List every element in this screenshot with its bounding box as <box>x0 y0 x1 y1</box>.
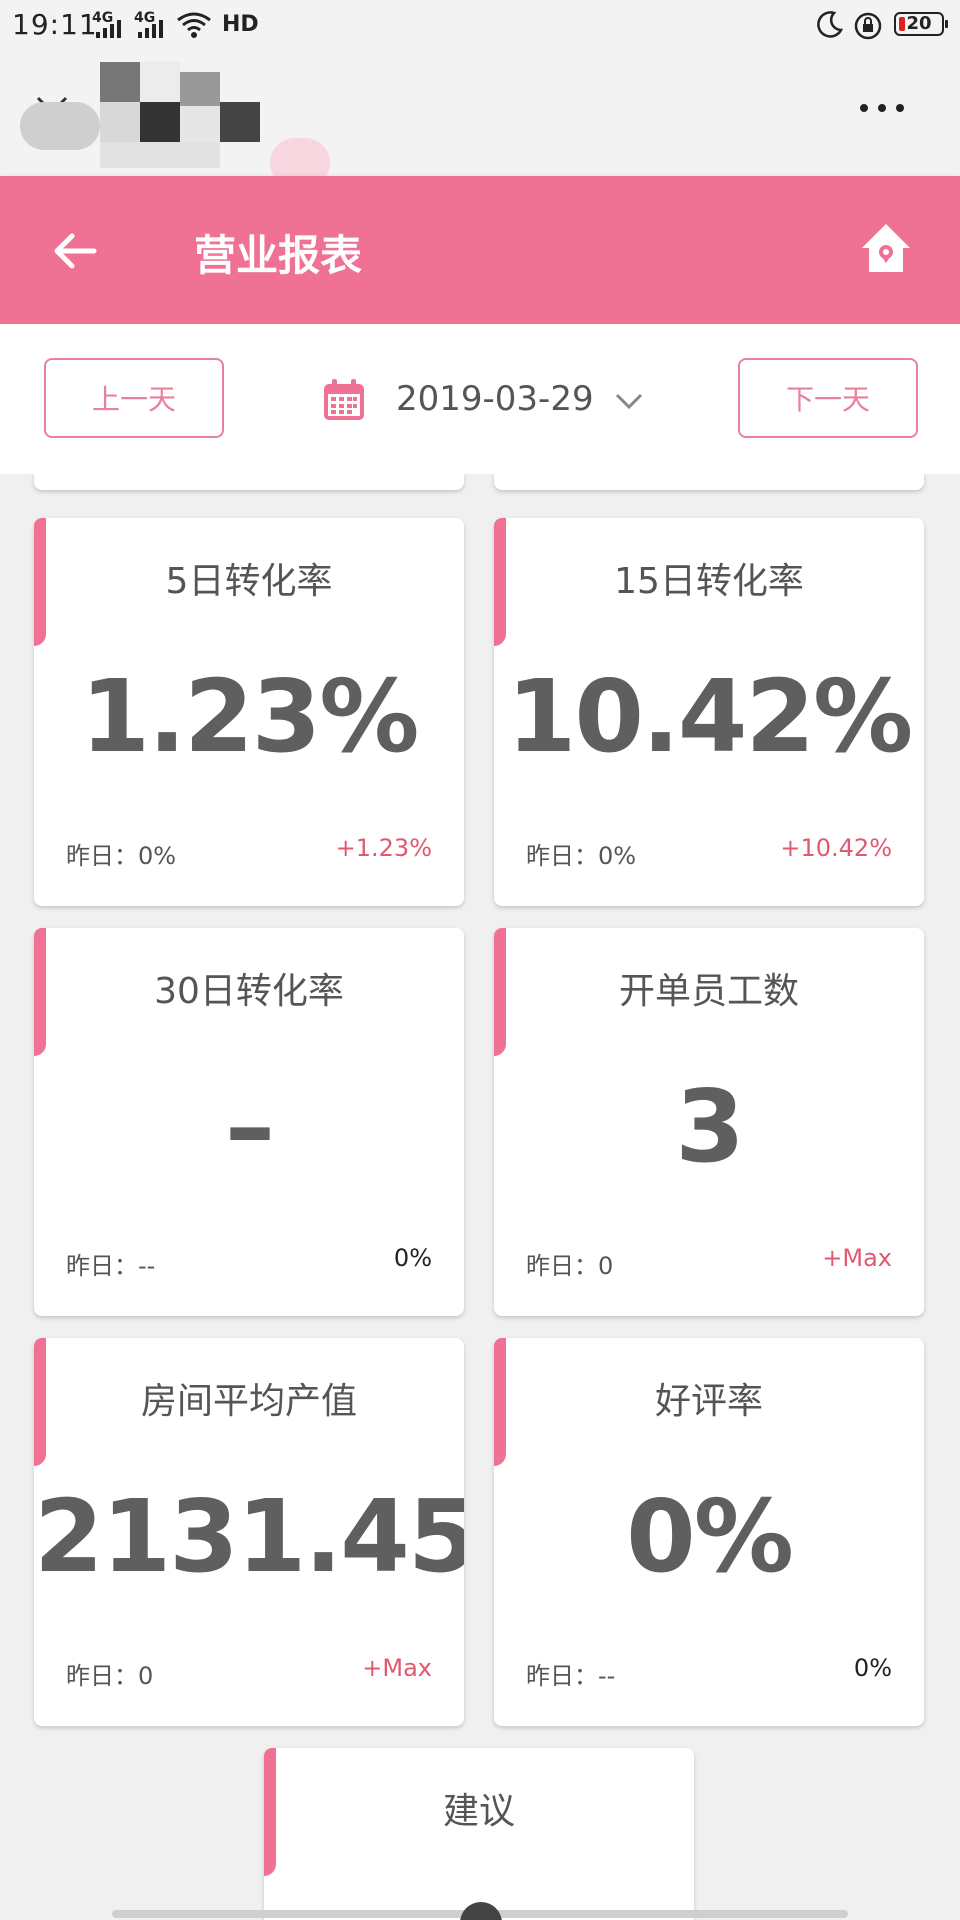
metric-card-30day-conversion[interactable]: 30日转化率 – 昨日：-- 0% <box>34 928 464 1316</box>
card-title: 15日转化率 <box>614 561 804 602</box>
card-title: 好评率 <box>654 1381 763 1422</box>
status-bar: 19:11 4G 4G HD 20 <box>0 0 960 52</box>
card-title: 开单员工数 <box>618 971 799 1012</box>
metric-card-room-avg-output[interactable]: 房间平均产值 2131.45 昨日：0 +Max <box>34 1338 464 1726</box>
wifi-icon <box>177 12 211 38</box>
status-time: 19:11 <box>12 8 98 41</box>
signal-icon-2 <box>138 18 163 38</box>
card-delta: +1.23% <box>335 834 432 862</box>
report-card-grid: 5日转化率 1.23% 昨日：0% +1.23% 15日转化率 10.42% 昨… <box>0 474 960 1920</box>
card-value: 0% <box>626 1478 794 1595</box>
card-delta: 0% <box>853 1654 892 1682</box>
metric-card-5day-conversion[interactable]: 5日转化率 1.23% 昨日：0% +1.23% <box>34 518 464 906</box>
calendar-icon[interactable] <box>322 378 366 422</box>
card-title: 建议 <box>442 1791 515 1832</box>
card-yesterday: 昨日：0 <box>526 1252 614 1280</box>
chevron-down-icon[interactable] <box>614 390 644 412</box>
card-yesterday: 昨日：0% <box>66 842 177 870</box>
card-value: 1.23% <box>80 658 420 775</box>
partial-card <box>494 474 924 490</box>
card-delta: 0% <box>393 1244 432 1272</box>
next-day-button[interactable]: 下一天 <box>738 358 918 438</box>
rotation-lock-icon <box>854 12 882 40</box>
selected-date[interactable]: 2019-03-29 <box>396 379 594 419</box>
metric-card-staff-count[interactable]: 开单员工数 3 昨日：0 +Max <box>494 928 924 1316</box>
card-yesterday: 昨日：0% <box>526 842 637 870</box>
battery-level: 20 <box>906 13 932 34</box>
date-selector-bar: 上一天 2019-03-29 下一天 <box>0 324 960 474</box>
metric-card-15day-conversion[interactable]: 15日转化率 10.42% 昨日：0% +10.42% <box>494 518 924 906</box>
suggestion-card[interactable]: 建议 <box>264 1748 694 1920</box>
card-yesterday: 昨日：0 <box>66 1662 154 1690</box>
metric-card-positive-rate[interactable]: 好评率 0% 昨日：-- 0% <box>494 1338 924 1726</box>
moon-icon <box>817 11 844 38</box>
battery-icon: 20 <box>894 12 948 36</box>
blurred-title-mosaic <box>20 62 330 192</box>
hd-indicator: HD <box>222 12 259 37</box>
card-value: – <box>225 1068 275 1185</box>
signal-icon-1 <box>96 18 121 38</box>
card-value: 2131.45 <box>34 1478 464 1595</box>
card-delta: +Max <box>362 1654 432 1682</box>
card-title: 5日转化率 <box>165 561 333 602</box>
page-title: 营业报表 <box>194 231 363 280</box>
webview-header <box>0 52 960 188</box>
card-yesterday: 昨日：-- <box>526 1662 616 1690</box>
card-delta: +Max <box>822 1244 892 1272</box>
card-value: 10.42% <box>506 658 914 775</box>
card-title: 房间平均产值 <box>140 1381 357 1422</box>
back-arrow-icon[interactable] <box>50 226 100 276</box>
previous-day-button[interactable]: 上一天 <box>44 358 224 438</box>
app-bar: 营业报表 <box>0 176 960 324</box>
card-title: 30日转化率 <box>154 971 344 1012</box>
card-value: 3 <box>675 1068 745 1185</box>
card-yesterday: 昨日：-- <box>66 1252 156 1280</box>
card-delta: +10.42% <box>780 834 892 862</box>
home-icon[interactable] <box>858 220 914 276</box>
partial-card <box>34 474 464 490</box>
more-menu-icon[interactable] <box>860 104 904 112</box>
